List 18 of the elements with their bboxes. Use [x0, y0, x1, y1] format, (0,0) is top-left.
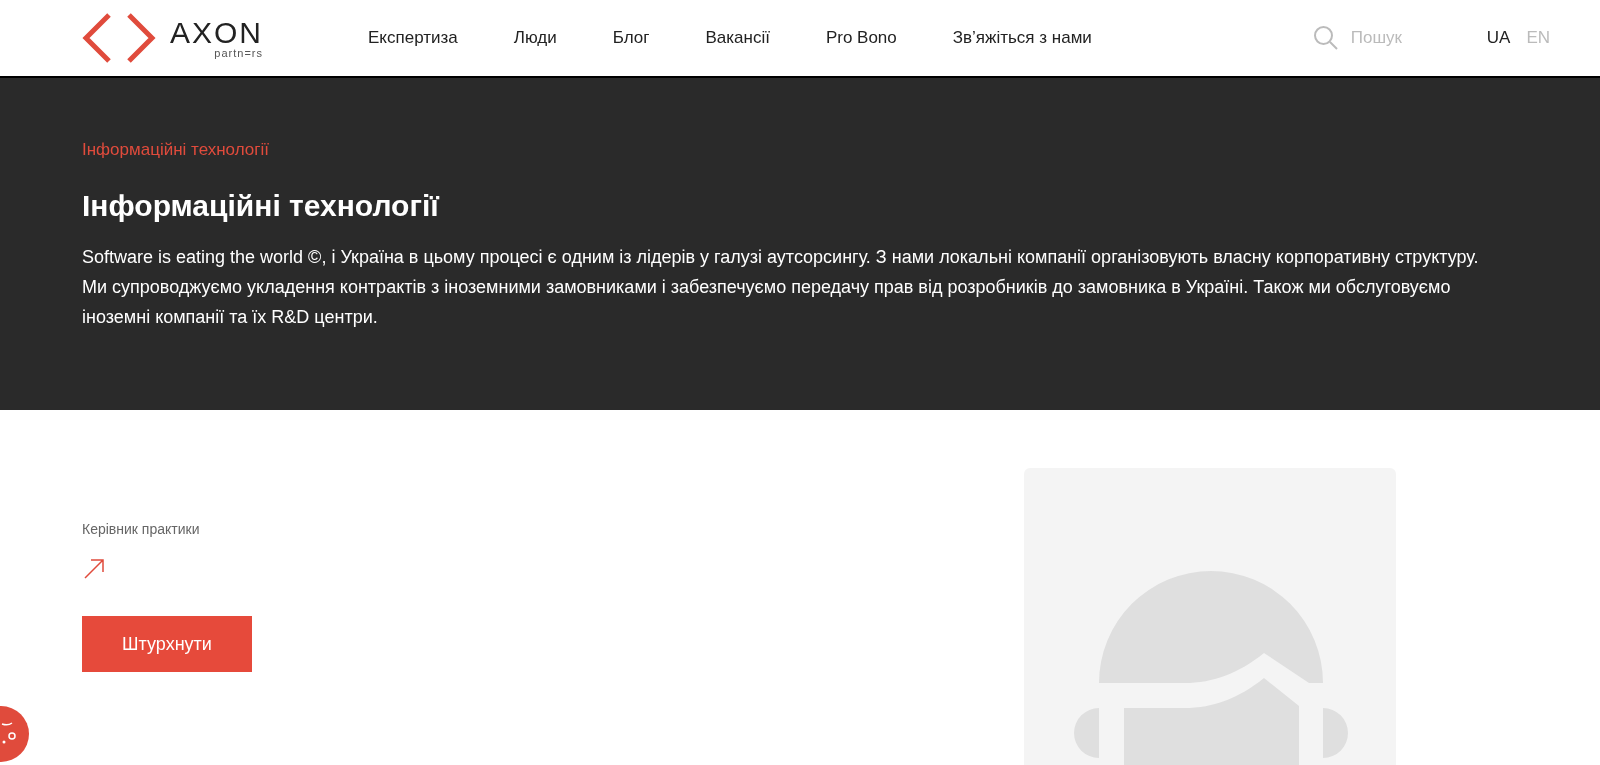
logo-brackets-icon: [82, 12, 156, 64]
logo-tagline: partn=rs: [214, 47, 264, 59]
nav-link[interactable]: Pro Bono: [825, 25, 897, 51]
nav-link[interactable]: Люди: [513, 25, 557, 51]
page-description: Software is eating the world ©, і Україна в цьому процесі є одним із лідерів у галузі аутсорсингу. З нами локальні компанії організовують власну корпоративну структуру. Ми супроводжуємо укладення контрактів з іноземними замовниками і забезпечуємо передачу прав від розробників до замовника в Україні. Також ми обслуговуємо іноземні компанії та їх R&D центри.: [82, 245, 1480, 329]
language-link[interactable]: UA: [1486, 25, 1511, 51]
breadcrumb[interactable]: Інформаційні технології: [82, 137, 1518, 163]
nav-link[interactable]: Блог: [612, 25, 650, 51]
nav-link[interactable]: Зв’яжіться з нами: [952, 25, 1092, 51]
arrow-icon[interactable]: [82, 557, 106, 581]
search-field[interactable]: Пошук: [1350, 25, 1451, 51]
logo-wordmark: AXON: [170, 17, 264, 48]
cookie-icon[interactable]: [0, 706, 29, 762]
nudge-button[interactable]: Штурхнути: [82, 616, 252, 672]
nav-link[interactable]: Вакансії: [705, 25, 770, 51]
page-title: Інформаційні технології: [82, 187, 441, 224]
nav-link[interactable]: Експертиза: [368, 25, 458, 51]
practice-head-label: Керівник практики: [82, 520, 200, 539]
